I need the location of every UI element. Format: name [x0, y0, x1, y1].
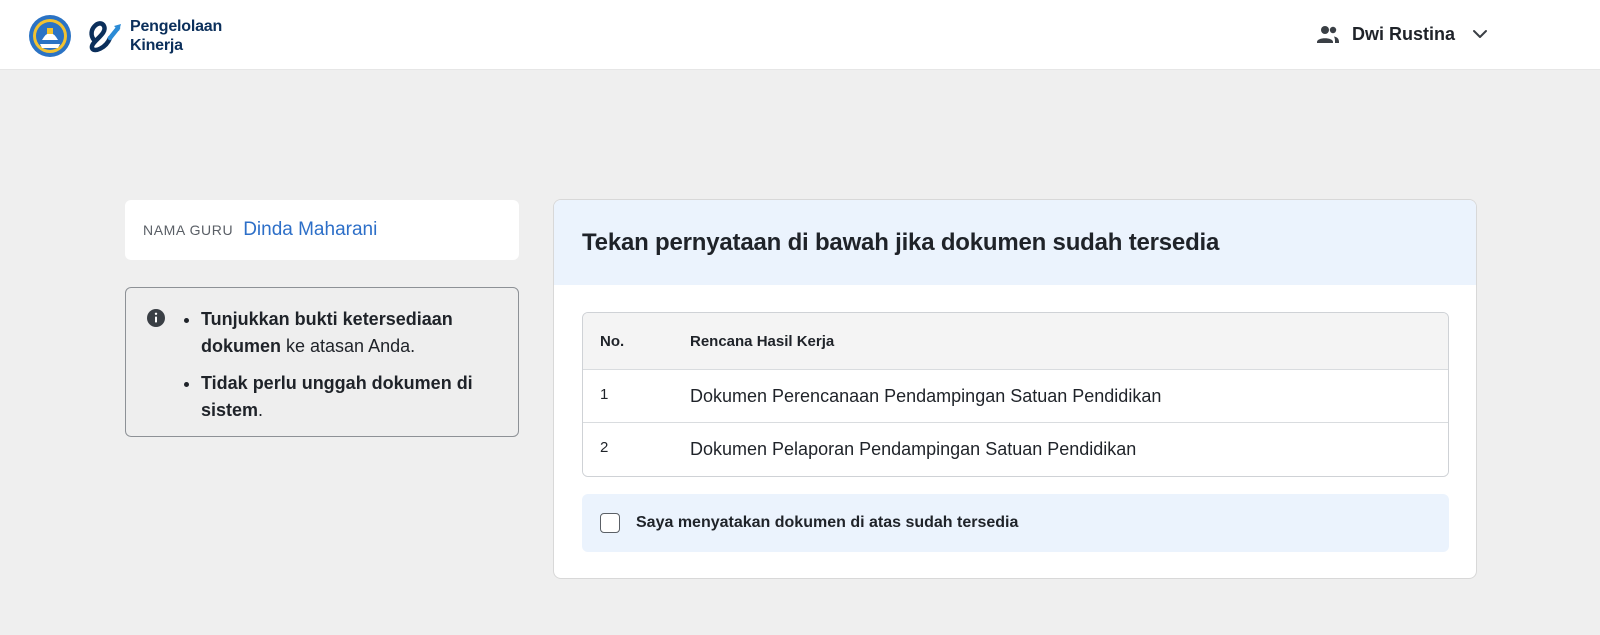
- info-icon: [147, 309, 165, 327]
- page-title: Tekan pernyataan di bawah jika dokumen s…: [582, 228, 1220, 256]
- teacher-card: NAMA GURU Dinda Maharani: [125, 200, 519, 260]
- table-cell-no: 1: [600, 385, 609, 403]
- column-header-rhk: Rencana Hasil Kerja: [690, 332, 835, 350]
- top-header: Pengelolaan Kinerja Dwi Rustina: [0, 0, 1600, 70]
- document-card: Tekan pernyataan di bawah jika dokumen s…: [553, 199, 1477, 579]
- confirm-statement[interactable]: Saya menyatakan dokumen di atas sudah te…: [582, 494, 1449, 552]
- emblem-logo-icon: [29, 15, 71, 57]
- checkbox-icon[interactable]: [600, 513, 620, 533]
- user-name: Dwi Rustina: [1352, 23, 1456, 44]
- document-card-header: Tekan pernyataan di bawah jika dokumen s…: [554, 200, 1476, 285]
- chevron-down-icon[interactable]: [1471, 25, 1489, 43]
- confirm-label: Saya menyatakan dokumen di atas sudah te…: [636, 514, 1019, 531]
- table-row: 1 Dokumen Perencanaan Pendampingan Satua…: [583, 370, 1448, 423]
- teacher-label: NAMA GURU: [143, 222, 234, 238]
- users-icon: [1317, 26, 1339, 43]
- teacher-name: Dinda Maharani: [243, 219, 378, 240]
- info-item-bold: Tidak perlu unggah dokumen di sistem: [201, 373, 473, 420]
- info-list: Tunjukkan bukti ketersediaan dokumen ke …: [201, 306, 501, 434]
- info-box: Tunjukkan bukti ketersediaan dokumen ke …: [125, 287, 519, 437]
- table-cell-no: 2: [600, 439, 609, 456]
- app-name-line2: Kinerja: [130, 37, 183, 54]
- user-menu[interactable]: Dwi Rustina: [1316, 18, 1489, 50]
- document-table: No. Rencana Hasil Kerja 1 Dokumen Perenc…: [582, 312, 1449, 477]
- table-cell-rhk: Dokumen Pelaporan Pendampingan Satuan Pe…: [690, 439, 1137, 459]
- table-row: 2 Dokumen Pelaporan Pendampingan Satuan …: [583, 423, 1448, 476]
- info-item-rest: .: [258, 400, 264, 420]
- info-item: Tunjukkan bukti ketersediaan dokumen ke …: [201, 306, 501, 360]
- column-header-no: No.: [600, 332, 625, 350]
- app-name: Pengelolaan Kinerja: [130, 17, 222, 55]
- info-item: Tidak perlu unggah dokumen di sistem.: [201, 370, 501, 424]
- table-cell-rhk: Dokumen Perencanaan Pendampingan Satuan …: [690, 385, 1162, 406]
- app-name-line1: Pengelolaan: [130, 18, 223, 35]
- e-kinerja-logo-icon: [89, 21, 121, 53]
- info-item-rest: ke atasan Anda.: [281, 336, 416, 356]
- table-header-row: No. Rencana Hasil Kerja: [583, 313, 1448, 370]
